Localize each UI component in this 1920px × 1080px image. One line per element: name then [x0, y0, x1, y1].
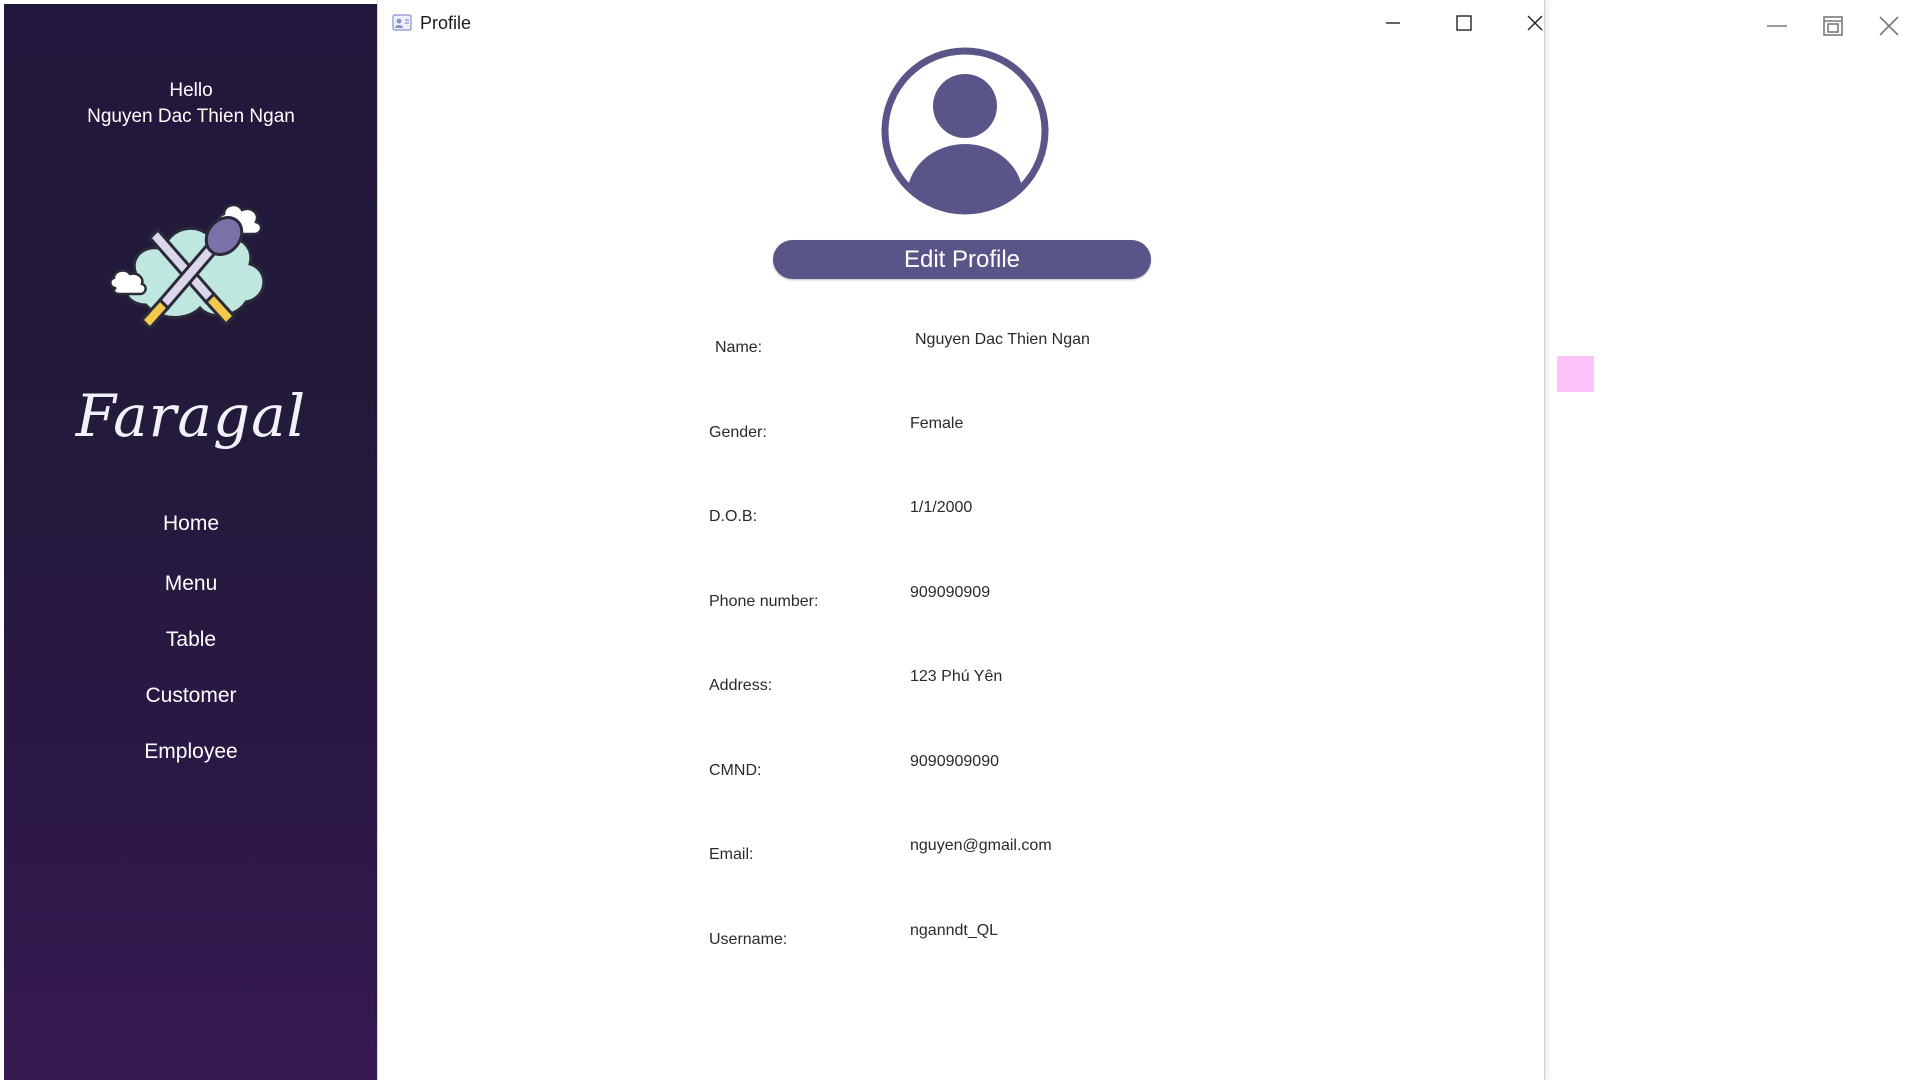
main-minimize-button[interactable] [1754, 8, 1800, 44]
dialog-title: Profile [420, 13, 472, 33]
edit-profile-button[interactable]: Edit Profile [773, 240, 1151, 279]
greeting-user-name: Nguyen Dac Thien Ngan [87, 106, 295, 127]
main-restore-button[interactable] [1810, 8, 1856, 44]
pink-marker [1557, 356, 1594, 392]
close-icon [1879, 16, 1899, 36]
dialog-maximize-button[interactable] [1441, 6, 1487, 40]
name-label: Name: [715, 339, 763, 356]
sidebar-item-table[interactable]: Table [4, 628, 378, 652]
sidebar-item-employee[interactable]: Employee [4, 740, 378, 764]
dialog-close-button[interactable] [1512, 6, 1558, 40]
profile-dialog: Profile Edit Profile Name: Nguyen Dac Th… [377, 0, 1545, 1080]
username-value: nganndt_QL [910, 922, 999, 939]
phone-number-value: 909090909 [910, 584, 991, 601]
profile-window-icon [392, 14, 412, 31]
gender-value: Female [910, 415, 964, 432]
username-label: Username: [709, 931, 788, 948]
gender-label: Gender: [709, 424, 767, 441]
dob-value: 1/1/2000 [910, 499, 973, 516]
main-window-controls [1754, 8, 1912, 44]
cmnd-value: 9090909090 [910, 753, 999, 770]
dialog-minimize-button[interactable] [1370, 6, 1416, 40]
minimize-icon [1386, 22, 1400, 24]
user-avatar-icon [881, 47, 1049, 215]
sidebar-item-home[interactable]: Home [4, 512, 378, 536]
phone-number-label: Phone number: [709, 593, 819, 610]
maximize-icon [1456, 15, 1472, 31]
main-close-button[interactable] [1866, 8, 1912, 44]
address-label: Address: [709, 677, 773, 694]
greeting: Hello Nguyen Dac Thien Ngan [4, 78, 378, 130]
minimize-icon [1767, 25, 1787, 27]
sidebar-item-customer[interactable]: Customer [4, 684, 378, 708]
restaurant-logo-icon [109, 203, 266, 331]
close-icon [1527, 15, 1543, 31]
dob-label: D.O.B: [709, 508, 758, 525]
brand-name: Faragal [75, 382, 307, 450]
dialog-titlebar[interactable]: Profile [378, 0, 1544, 46]
sidebar-item-menu[interactable]: Menu [4, 572, 378, 596]
email-label: Email: [709, 846, 754, 863]
email-value: nguyen@gmail.com [910, 837, 1052, 854]
restore-icon [1823, 16, 1843, 36]
cmnd-label: CMND: [709, 762, 762, 779]
greeting-hello: Hello [169, 80, 213, 101]
sidebar: Hello Nguyen Dac Thien Ngan Faragal Home… [4, 4, 378, 1080]
sidebar-nav: Home Menu Table Customer Employee [4, 512, 378, 764]
name-value: Nguyen Dac Thien Ngan [915, 331, 1090, 348]
address-value: 123 Phú Yên [910, 668, 1003, 685]
